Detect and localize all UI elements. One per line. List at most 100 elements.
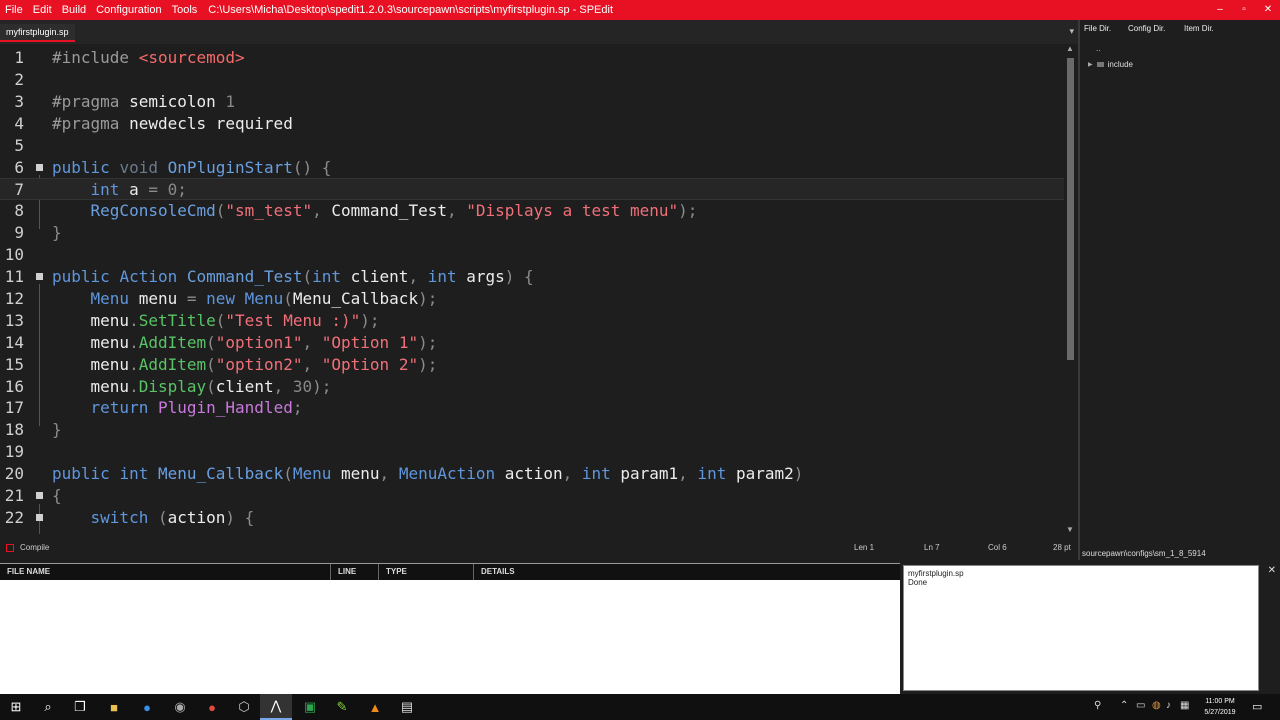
- code-token: #pragma: [52, 91, 130, 111]
- maximize-button[interactable]: ▫: [1232, 0, 1256, 20]
- code-line[interactable]: 20 public int Menu_Callback(Menu menu, Me…: [0, 463, 1064, 485]
- code-token: );: [418, 354, 438, 374]
- editor-vertical-scrollbar[interactable]: ▲ ▼: [1064, 44, 1078, 534]
- windows-start-icon[interactable]: ⊞: [0, 694, 32, 720]
- code-token: );: [360, 310, 380, 330]
- code-line[interactable]: 13 menu.SetTitle("Test Menu :)");: [0, 310, 1064, 332]
- parent-directory[interactable]: ..: [1096, 44, 1100, 53]
- folder-icon: [1096, 62, 1104, 67]
- compile-button[interactable]: Compile: [20, 543, 49, 552]
- scroll-up-icon[interactable]: ▲: [1066, 44, 1074, 53]
- line-number: 19: [4, 442, 24, 462]
- menu-tools[interactable]: Tools: [167, 4, 203, 16]
- tab-myfirstplugin[interactable]: myfirstplugin.sp: [0, 24, 75, 42]
- taskbar: ⊞ ⌕ ❐ ■ ● ◉ ● ⬡ ⋀ ▣ ✎ ▲ ▤ ⚲ ⌃ ▭ ◍ ♪ ▦ 11…: [0, 694, 1280, 720]
- tab-list-dropdown-icon[interactable]: ▾: [1069, 26, 1074, 37]
- close-output-icon[interactable]: ✕: [1268, 565, 1276, 576]
- code-line[interactable]: 15 menu.AddItem("option2", "Option 2");: [0, 354, 1064, 376]
- code-line[interactable]: 11 public Action Command_Test(int client,…: [0, 266, 1064, 288]
- documents-icon[interactable]: ▤: [391, 694, 423, 720]
- vlc-icon[interactable]: ▲: [359, 694, 391, 720]
- search-icon[interactable]: ⌕: [32, 694, 64, 720]
- scroll-down-icon[interactable]: ▼: [1066, 525, 1074, 534]
- fold-toggle-icon[interactable]: [36, 163, 43, 171]
- menu-file[interactable]: File: [0, 4, 28, 16]
- code-token: Menu: [244, 288, 284, 308]
- close-button[interactable]: ✕: [1256, 0, 1280, 20]
- browser-icon[interactable]: ●: [131, 694, 163, 720]
- code-text: menu.AddItem("option2", "Option 2");: [52, 354, 438, 376]
- line-number: 10: [4, 245, 24, 265]
- menu-configuration[interactable]: Configuration: [91, 4, 166, 16]
- cube-app-icon[interactable]: ⬡: [228, 694, 260, 720]
- code-line[interactable]: 9}: [0, 222, 1064, 244]
- code-token: );: [312, 376, 332, 396]
- code-line[interactable]: 3 #pragma semicolon 1: [0, 91, 1064, 113]
- compiler-output[interactable]: myfirstplugin.sp Done: [903, 565, 1259, 691]
- code-token: AddItem: [138, 332, 207, 352]
- fold-toggle-icon[interactable]: [36, 513, 43, 521]
- tab-config-dir[interactable]: Config Dir.: [1128, 24, 1165, 33]
- code-token: int: [119, 464, 158, 484]
- minimize-button[interactable]: –: [1208, 0, 1232, 20]
- code-token: ) {: [504, 267, 534, 286]
- line-number: 3: [14, 91, 24, 111]
- network-icon[interactable]: ▦: [1180, 700, 1189, 711]
- code-line[interactable]: 12 Menu menu = new Menu(Menu_Callback);: [0, 288, 1064, 310]
- code-token: 30: [292, 376, 313, 396]
- code-token: (: [215, 201, 226, 221]
- menu-edit[interactable]: Edit: [28, 4, 57, 16]
- volume-icon[interactable]: ♪: [1166, 700, 1171, 711]
- fold-toggle-icon[interactable]: [36, 273, 43, 280]
- people-icon[interactable]: ⚲: [1094, 700, 1101, 711]
- game-app-icon[interactable]: ▣: [294, 694, 326, 720]
- code-line[interactable]: 10: [0, 244, 1064, 266]
- notifications-icon[interactable]: ▭: [1252, 700, 1262, 713]
- compile-icon[interactable]: [6, 544, 14, 552]
- code-token: ;: [177, 180, 187, 200]
- file-explorer-icon[interactable]: ■: [98, 694, 130, 720]
- code-line[interactable]: 18}: [0, 419, 1064, 441]
- chrome-icon[interactable]: ●: [196, 694, 228, 720]
- monitor-icon[interactable]: ▭: [1136, 700, 1145, 711]
- code-line[interactable]: 1 #include <sourcemod>: [0, 47, 1064, 69]
- menu-build[interactable]: Build: [57, 4, 91, 16]
- discord-icon[interactable]: ◉: [164, 694, 196, 720]
- system-clock[interactable]: 11:00 PM 5/27/2019: [1196, 696, 1244, 718]
- app-tray-icon[interactable]: ◍: [1152, 700, 1161, 711]
- column-file-name[interactable]: FILE NAME: [0, 564, 331, 580]
- code-token: Menu_Callback: [157, 464, 284, 484]
- code-line[interactable]: 21 {: [0, 485, 1064, 507]
- column-details[interactable]: DETAILS: [474, 564, 900, 580]
- code-line[interactable]: 16 menu.Display(client, 30);: [0, 376, 1064, 398]
- code-line[interactable]: 4 #pragma newdecls required: [0, 113, 1064, 135]
- code-line[interactable]: 6 public void OnPluginStart() {: [0, 157, 1064, 179]
- scrollbar-thumb[interactable]: [1067, 58, 1074, 360]
- code-line[interactable]: 5: [0, 135, 1064, 157]
- code-line[interactable]: 14 menu.AddItem("option1", "Option 1");: [0, 332, 1064, 354]
- tab-item-dir[interactable]: Item Dir.: [1184, 24, 1214, 33]
- code-line[interactable]: 22 switch (action) {: [0, 507, 1064, 529]
- tab-file-dir[interactable]: File Dir.: [1084, 24, 1111, 33]
- code-editor[interactable]: 1 #include <sourcemod> 2 3 #pragma semicolon…: [0, 44, 1064, 534]
- line-number: 6: [14, 157, 24, 177]
- code-line[interactable]: 17 return Plugin_Handled;: [0, 397, 1064, 419]
- code-token: (: [302, 267, 313, 286]
- task-view-icon[interactable]: ❐: [64, 694, 96, 720]
- tray-chevron-icon[interactable]: ⌃: [1120, 700, 1128, 711]
- line-number: 21: [4, 486, 24, 505]
- fold-toggle-icon[interactable]: [36, 492, 43, 499]
- tree-item-include[interactable]: ▶ include: [1088, 60, 1133, 69]
- code-line[interactable]: 19: [0, 441, 1064, 463]
- spedit-icon[interactable]: ⋀: [260, 694, 292, 720]
- code-line[interactable]: 2: [0, 69, 1064, 91]
- column-type[interactable]: TYPE: [379, 564, 474, 580]
- column-line[interactable]: LINE: [331, 564, 379, 580]
- code-line[interactable]: 8 RegConsoleCmd("sm_test", Command_Test,…: [0, 200, 1064, 222]
- code-token: #pragma: [52, 113, 130, 133]
- code-token: {: [52, 486, 62, 505]
- code-line[interactable]: 7 int a = 0;: [0, 178, 1064, 201]
- expand-arrow-icon[interactable]: ▶: [1088, 61, 1093, 68]
- notepad-plus-icon[interactable]: ✎: [326, 694, 358, 720]
